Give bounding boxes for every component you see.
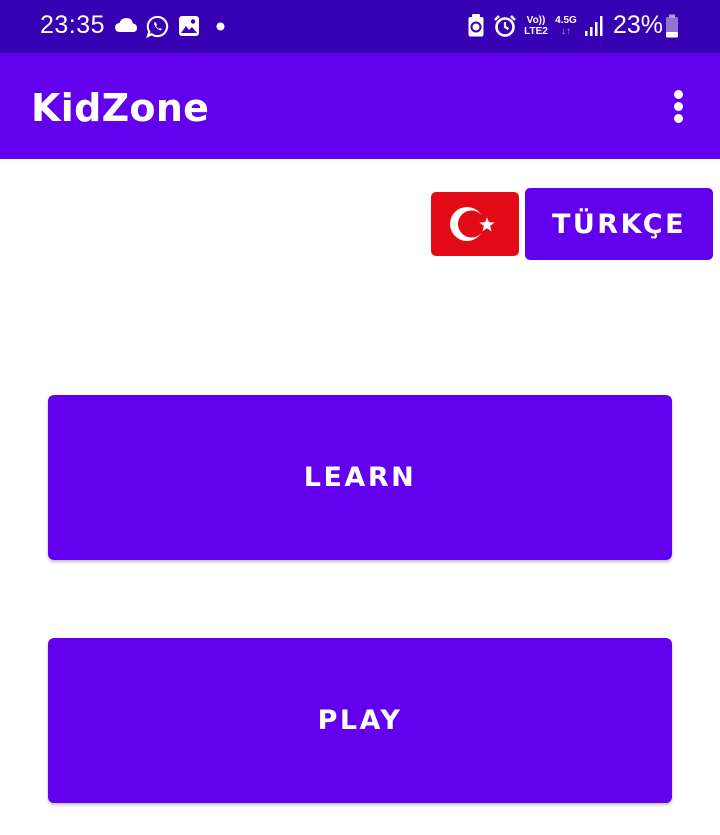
volte-lte2-icon: Vo)) LTE2 (522, 15, 550, 37)
app-bar: KidZone (0, 53, 720, 159)
dot-icon (216, 22, 225, 31)
network-4-5g-icon: 4.5G ↓↑ (553, 15, 579, 37)
cloud-icon (115, 18, 137, 32)
status-bar: 23:35 Vo)) LTE2 4.5G ↓↑ 23% (0, 0, 720, 53)
learn-button[interactable]: LEARN (48, 395, 672, 560)
whatsapp-icon (146, 15, 169, 38)
gallery-icon (179, 16, 199, 36)
data-arrows-icon: ↓↑ (561, 26, 571, 37)
battery-icon (666, 14, 678, 38)
battery-percent: 23% (613, 11, 664, 39)
recycle-icon (468, 14, 484, 37)
network-type-text: 4.5G (555, 15, 577, 26)
volte-top-text: Vo)) (526, 15, 546, 26)
language-button[interactable]: TÜRKÇE (525, 188, 713, 260)
more-vert-icon[interactable] (668, 88, 690, 124)
turkey-flag-icon[interactable] (431, 192, 519, 256)
signal-icon (585, 16, 603, 36)
status-time: 23:35 (40, 11, 106, 39)
play-button[interactable]: PLAY (48, 638, 672, 803)
alarm-icon (494, 15, 516, 37)
volte-bottom-text: LTE2 (524, 26, 548, 37)
app-title: KidZone (31, 86, 210, 130)
